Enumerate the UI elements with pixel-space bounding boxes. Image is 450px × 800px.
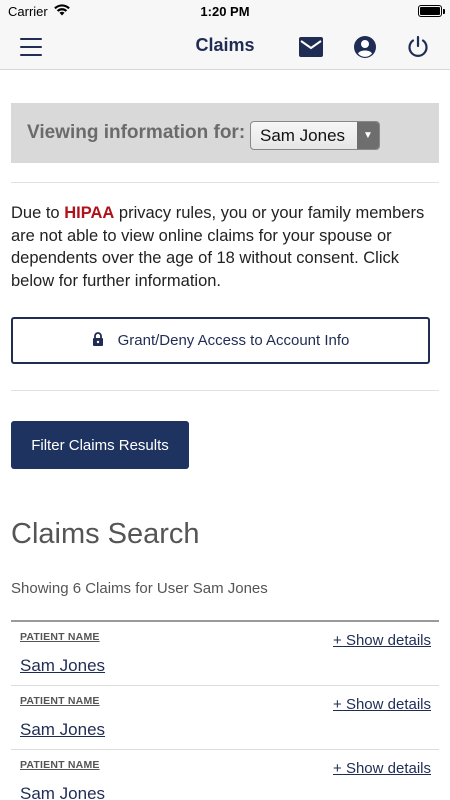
power-icon[interactable] — [405, 34, 431, 60]
hipaa-notice: Due to HIPAA privacy rules, you or your … — [11, 202, 439, 292]
claims-search-title: Claims Search — [11, 518, 200, 550]
hipaa-highlight: HIPAA — [64, 204, 115, 222]
divider — [11, 390, 439, 391]
battery-icon — [418, 5, 445, 17]
grant-deny-access-button[interactable]: Grant/Deny Access to Account Info — [11, 317, 430, 364]
viewing-label: Viewing information for: — [27, 122, 246, 143]
claim-row: PATIENT NAME Sam Jones + Show details — [11, 622, 439, 686]
patient-name-link[interactable]: Sam Jones — [20, 784, 105, 800]
patient-name-link[interactable]: Sam Jones — [20, 720, 105, 740]
status-bar: Carrier 1:20 PM — [0, 0, 450, 24]
claims-list: PATIENT NAME Sam Jones + Show details PA… — [11, 620, 439, 800]
claim-row: PATIENT NAME Sam Jones + Show details — [11, 686, 439, 750]
filter-claims-button[interactable]: Filter Claims Results — [11, 421, 189, 469]
lock-icon — [92, 331, 104, 350]
page-title: Claims — [195, 35, 255, 55]
claim-row: PATIENT NAME Sam Jones + Show details — [11, 750, 439, 800]
divider — [11, 182, 439, 183]
viewing-banner: Viewing information for: Sam Jones ▼ — [11, 103, 439, 163]
mail-icon[interactable] — [298, 34, 324, 60]
account-icon[interactable] — [352, 34, 378, 60]
patient-name-link[interactable]: Sam Jones — [20, 656, 105, 676]
patient-select[interactable]: Sam Jones ▼ — [250, 121, 380, 150]
grant-deny-access-label: Grant/Deny Access to Account Info — [117, 332, 350, 349]
show-details-link[interactable]: + Show details — [333, 696, 431, 713]
patient-name-label: PATIENT NAME — [20, 631, 100, 643]
chevron-down-icon: ▼ — [357, 122, 379, 149]
notice-text-before: Due to — [11, 204, 65, 222]
show-details-link[interactable]: + Show details — [333, 632, 431, 649]
patient-name-label: PATIENT NAME — [20, 695, 100, 707]
nav-bar: Claims — [0, 24, 450, 70]
show-details-link[interactable]: + Show details — [333, 760, 431, 777]
status-time: 1:20 PM — [200, 4, 250, 19]
patient-select-value: Sam Jones — [260, 126, 346, 145]
patient-name-label: PATIENT NAME — [20, 759, 100, 771]
claims-count: Showing 6 Claims for User Sam Jones — [11, 580, 268, 597]
